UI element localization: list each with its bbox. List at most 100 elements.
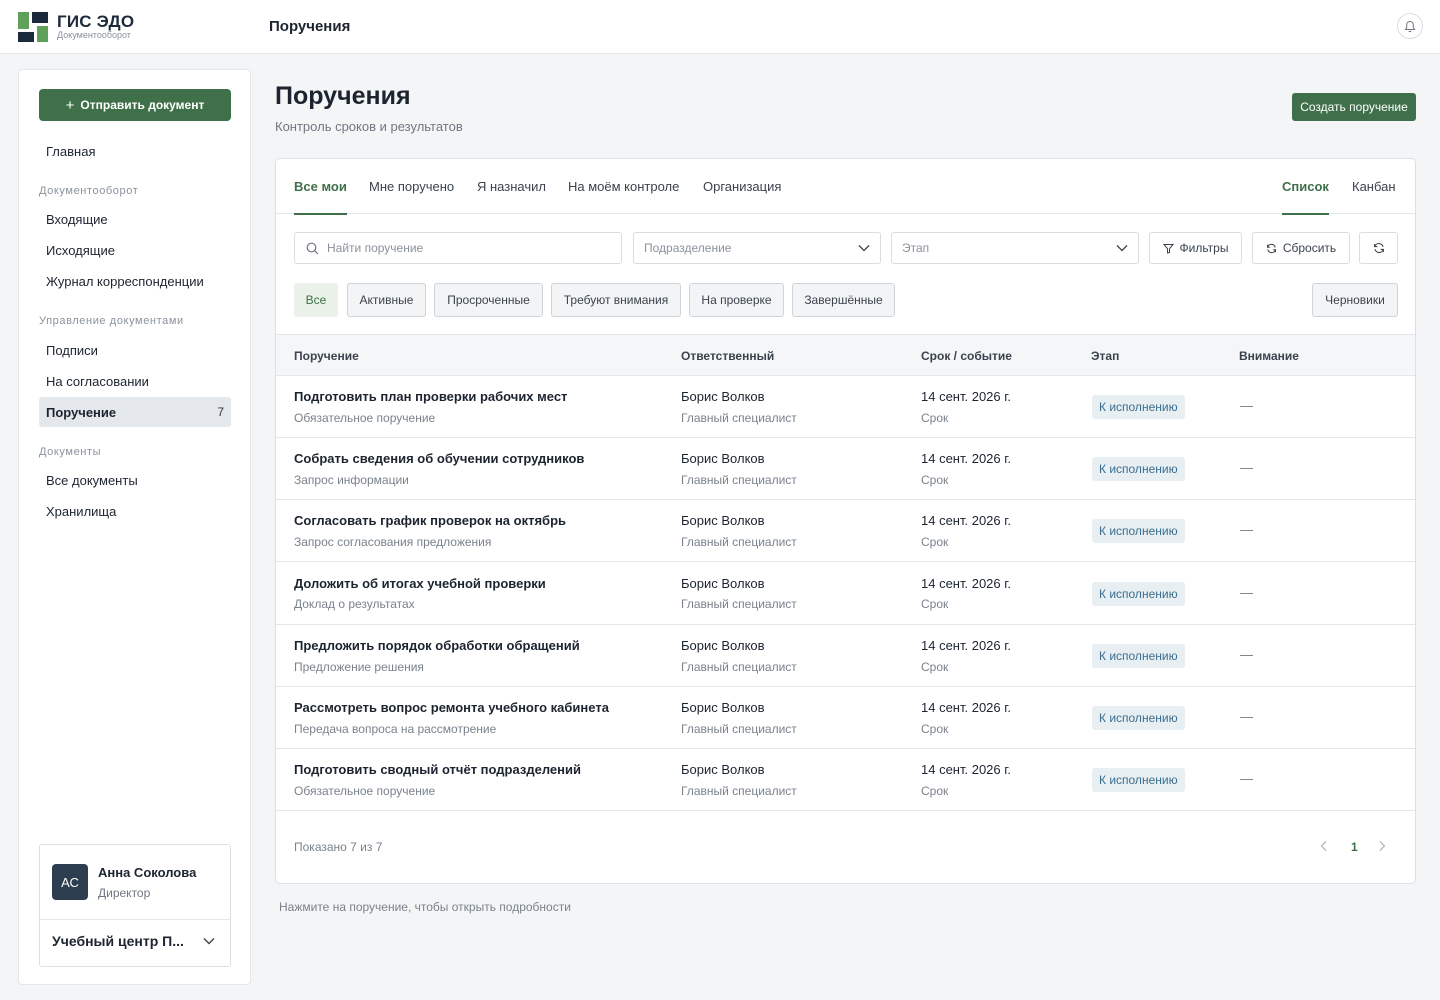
pagination-info: Показано 7 из 7 bbox=[294, 840, 383, 854]
table-row[interactable]: Подготовить план проверки рабочих мест О… bbox=[276, 376, 1415, 438]
status-badge: К исполнению bbox=[1092, 644, 1185, 668]
chevron-down-icon bbox=[1116, 245, 1128, 252]
tab-i-assigned[interactable]: Я назначил bbox=[477, 159, 546, 214]
search-icon bbox=[306, 242, 319, 255]
chip-attention[interactable]: Требуют внимания bbox=[551, 283, 681, 317]
chip-completed[interactable]: Завершённые bbox=[792, 283, 895, 317]
search-field[interactable] bbox=[294, 232, 622, 264]
table-row[interactable]: Предложить порядок обработки обращений П… bbox=[276, 625, 1415, 687]
sidebar-item-assignments[interactable]: Поручение 7 bbox=[39, 397, 231, 427]
deadline-event: Срок bbox=[921, 722, 949, 736]
reset-button-label: Сбросить bbox=[1282, 241, 1337, 255]
table-row[interactable]: Подготовить сводный отчёт подразделений … bbox=[276, 749, 1415, 811]
notifications-button[interactable] bbox=[1397, 13, 1423, 39]
responsible-name: Борис Волков bbox=[681, 762, 765, 777]
chevron-left-icon[interactable] bbox=[1320, 840, 1328, 852]
reset-icon bbox=[1266, 243, 1276, 253]
deadline-event: Срок bbox=[921, 535, 949, 549]
table-row[interactable]: Собрать сведения об обучении сотрудников… bbox=[276, 438, 1415, 500]
tab-assigned-to-me[interactable]: Мне поручено bbox=[369, 159, 454, 214]
table-row[interactable]: Согласовать график проверок на октябрь З… bbox=[276, 500, 1415, 562]
deadline-date: 14 сент. 2026 г. bbox=[921, 576, 1012, 591]
page-subtitle: Контроль сроков и результатов bbox=[275, 119, 463, 134]
department-select[interactable]: Подразделение bbox=[633, 232, 881, 264]
sidebar-item-journal[interactable]: Журнал корреспонденции bbox=[39, 266, 231, 296]
responsible-position: Главный специалист bbox=[681, 660, 797, 674]
status-badge: К исполнению bbox=[1092, 519, 1185, 543]
sidebar-item-outgoing[interactable]: Исходящие bbox=[39, 235, 231, 265]
deadline-date: 14 сент. 2026 г. bbox=[921, 762, 1012, 777]
tab-all-mine[interactable]: Все мои bbox=[294, 159, 347, 215]
chip-all[interactable]: Все bbox=[294, 283, 338, 317]
assignment-type: Обязательное поручение bbox=[294, 784, 436, 798]
drafts-button[interactable]: Черновики bbox=[1312, 283, 1398, 317]
responsible-position: Главный специалист bbox=[681, 784, 797, 798]
bell-icon bbox=[1404, 20, 1416, 33]
reset-button[interactable]: Сбросить bbox=[1252, 232, 1350, 264]
sidebar-item-home[interactable]: Главная bbox=[39, 136, 231, 166]
sidebar-item-storage[interactable]: Хранилища bbox=[39, 496, 231, 526]
search-input[interactable] bbox=[327, 239, 612, 257]
sidebar-item-signatures[interactable]: Подписи bbox=[39, 335, 231, 365]
chip-review[interactable]: На проверке bbox=[689, 283, 784, 317]
chevron-right-icon[interactable] bbox=[1378, 840, 1386, 852]
column-header: Ответственный bbox=[681, 349, 775, 363]
table-row[interactable]: Доложить об итогах учебной проверки Докл… bbox=[276, 563, 1415, 625]
sidebar-item-all-documents[interactable]: Все документы bbox=[39, 465, 231, 495]
filters-button[interactable]: Фильтры bbox=[1149, 232, 1242, 264]
status-badge: К исполнению bbox=[1092, 768, 1185, 792]
chevron-down-icon bbox=[203, 938, 215, 945]
attention-value: — bbox=[1240, 398, 1253, 413]
assignment-title: Подготовить план проверки рабочих мест bbox=[294, 389, 568, 404]
attention-value: — bbox=[1240, 460, 1253, 475]
deadline-date: 14 сент. 2026 г. bbox=[921, 389, 1012, 404]
deadline-date: 14 сент. 2026 г. bbox=[921, 513, 1012, 528]
assignment-title: Рассмотреть вопрос ремонта учебного каби… bbox=[294, 700, 609, 715]
assignment-title: Подготовить сводный отчёт подразделений bbox=[294, 762, 581, 777]
attention-value: — bbox=[1240, 522, 1253, 537]
send-document-button[interactable]: + Отправить документ bbox=[39, 89, 231, 121]
responsible-name: Борис Волков bbox=[681, 576, 765, 591]
responsible-position: Главный специалист bbox=[681, 597, 797, 611]
attention-value: — bbox=[1240, 709, 1253, 724]
table-row[interactable]: Рассмотреть вопрос ремонта учебного каби… bbox=[276, 687, 1415, 749]
pagination-page[interactable]: 1 bbox=[1351, 840, 1358, 854]
deadline-event: Срок bbox=[921, 660, 949, 674]
divider bbox=[40, 919, 230, 920]
brand-title: ГИС ЭДО bbox=[57, 12, 135, 31]
organization-select[interactable]: Учебный центр П... bbox=[52, 933, 220, 949]
plus-icon: + bbox=[65, 96, 75, 114]
status-badge: К исполнению bbox=[1092, 706, 1185, 730]
assignment-type: Предложение решения bbox=[294, 660, 424, 674]
page-title: Поручения bbox=[275, 82, 411, 110]
status-badge: К исполнению bbox=[1092, 395, 1185, 419]
responsible-name: Борис Волков bbox=[681, 451, 765, 466]
column-header: Поручение bbox=[294, 349, 359, 363]
chip-active[interactable]: Активные bbox=[347, 283, 426, 317]
tab-list-view[interactable]: Список bbox=[1282, 159, 1329, 215]
sidebar-item-incoming[interactable]: Входящие bbox=[39, 204, 231, 234]
tab-organization[interactable]: Организация bbox=[703, 159, 781, 214]
attention-value: — bbox=[1240, 647, 1253, 662]
tabs-bar: Все мои Мне поручено Я назначил На моём … bbox=[276, 159, 1415, 215]
user-name: Анна Соколова bbox=[98, 865, 197, 880]
create-assignment-button[interactable]: Создать поручение bbox=[1292, 93, 1416, 121]
deadline-event: Срок bbox=[921, 784, 949, 798]
sidebar-item-approval[interactable]: На согласовании bbox=[39, 366, 231, 396]
responsible-position: Главный специалист bbox=[681, 535, 797, 549]
sidebar-section-title: Документы bbox=[39, 446, 102, 458]
stage-select[interactable]: Этап bbox=[891, 232, 1139, 264]
deadline-event: Срок bbox=[921, 597, 949, 611]
refresh-button[interactable] bbox=[1359, 232, 1398, 264]
tab-kanban-view[interactable]: Канбан bbox=[1352, 159, 1396, 214]
top-bar: ГИС ЭДО Документооборот Поручения bbox=[0, 0, 1440, 54]
chip-overdue[interactable]: Просроченные bbox=[434, 283, 543, 317]
filters-button-label: Фильтры bbox=[1179, 241, 1229, 255]
avatar[interactable]: АС bbox=[52, 864, 88, 900]
assignment-type: Доклад о результатах bbox=[294, 597, 415, 611]
assignment-title: Согласовать график проверок на октябрь bbox=[294, 513, 567, 528]
deadline-date: 14 сент. 2026 г. bbox=[921, 700, 1012, 715]
refresh-icon bbox=[1373, 243, 1384, 253]
tab-on-my-control[interactable]: На моём контроле bbox=[568, 159, 679, 214]
assignment-type: Запрос согласования предложения bbox=[294, 535, 492, 549]
